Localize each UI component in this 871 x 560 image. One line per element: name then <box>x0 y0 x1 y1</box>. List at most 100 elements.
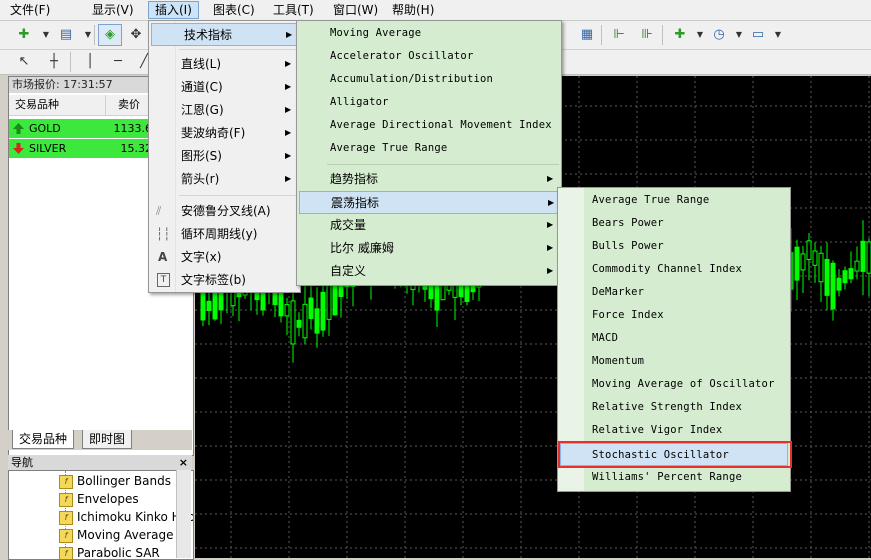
menu-item-adx[interactable]: Average Directional Movement Index <box>330 114 552 136</box>
menu-item-momentum[interactable]: Momentum <box>592 350 644 372</box>
menu-item-osma[interactable]: Moving Average of Oscillator <box>592 373 775 395</box>
column-header-symbol[interactable]: 交易品种 <box>9 95 106 116</box>
menu-item-bulls-power[interactable]: Bulls Power <box>592 235 664 257</box>
menu-item-label: 直线(L) <box>181 57 222 71</box>
menu-item-average-true-range[interactable]: Average True Range <box>592 189 709 211</box>
submenu-arrow-icon: ▶ <box>547 243 554 252</box>
indicator-icon: f <box>59 547 73 559</box>
autoscroll-icon[interactable]: ⊪ <box>635 24 659 46</box>
menu-item-bill-williams[interactable]: 比尔 威廉姆 ▶ <box>297 237 561 259</box>
tab-tick-chart[interactable]: 即时图 <box>82 430 133 449</box>
candle-body <box>866 241 871 274</box>
menu-item-lines[interactable]: 直线(L) ▶ <box>149 53 300 75</box>
close-icon[interactable]: × <box>179 455 188 470</box>
submenu-arrow-icon: ▶ <box>548 198 555 207</box>
menu-item-arrows[interactable]: 箭头(r) ▶ <box>149 168 300 190</box>
nav-item-label: Bollinger Bands <box>77 474 171 488</box>
menu-item-shapes[interactable]: 图形(S) ▶ <box>149 145 300 167</box>
menu-item-accumulation-distribution[interactable]: Accumulation/Distribution <box>330 68 493 90</box>
menu-item-label: 箭头(r) <box>181 172 220 186</box>
menu-item-alligator[interactable]: Alligator <box>330 91 389 113</box>
new-chart-icon[interactable]: ✚ <box>12 24 36 46</box>
menu-item-bears-power[interactable]: Bears Power <box>592 212 664 234</box>
menu-item-trend-indicators[interactable]: 趋势指标 ▶ <box>297 168 561 190</box>
toolbar-separator <box>70 52 71 72</box>
tab-symbols[interactable]: 交易品种 <box>12 430 75 449</box>
market-watch-tabs: 交易品种 即时图 <box>8 430 192 450</box>
selection-highlight-frame <box>558 441 792 468</box>
menu-item-andrews-pitchfork[interactable]: ⫽ 安德鲁分叉线(A) <box>149 200 300 222</box>
menu-item-cycle-lines[interactable]: ┆┆ 循环周期线(y) <box>149 223 300 245</box>
menu-insert[interactable]: 插入(I) <box>148 1 199 19</box>
menu-charts[interactable]: 图表(C) <box>207 2 261 18</box>
menu-item-demarker[interactable]: DeMarker <box>592 281 644 303</box>
menu-item-gann[interactable]: 江恩(G) ▶ <box>149 99 300 121</box>
candle-body <box>824 258 830 296</box>
menu-item-volumes[interactable]: 成交量 ▶ <box>297 214 561 236</box>
menu-separator <box>327 164 559 165</box>
menu-item-label: 文字标签(b) <box>181 273 246 287</box>
nav-item-envelopes[interactable]: f Envelopes <box>59 490 139 508</box>
menu-item-text-label[interactable]: T 文字标签(b) <box>149 269 300 291</box>
menu-view[interactable]: 显示(V) <box>86 2 140 18</box>
indicator-icon: f <box>59 529 73 543</box>
indicator-icon: f <box>59 475 73 489</box>
menu-item-moving-average[interactable]: Moving Average <box>330 22 421 44</box>
menu-item-rvi[interactable]: Relative Vigor Index <box>592 419 722 441</box>
candle-body <box>836 277 842 291</box>
menu-item-fibonacci[interactable]: 斐波纳奇(F) ▶ <box>149 122 300 144</box>
menu-item-oscillators[interactable]: 震荡指标 ▶ <box>299 191 559 214</box>
menu-item-text[interactable]: A 文字(x) <box>149 246 300 268</box>
navigator-scrollbar[interactable] <box>176 470 191 558</box>
menu-item-cci[interactable]: Commodity Channel Index <box>592 258 742 280</box>
menu-window[interactable]: 窗口(W) <box>327 2 384 18</box>
menu-item-label: 自定义 <box>330 264 367 278</box>
market-watch-icon[interactable]: ◈ <box>98 24 122 46</box>
menu-item-indicators[interactable]: 技术指标 ▶ <box>151 23 298 46</box>
tile-windows-icon[interactable]: ▦ <box>575 24 599 46</box>
profiles-icon[interactable]: ▤ <box>54 24 78 46</box>
navigator-title: 导航 × <box>8 455 192 470</box>
menu-item-label: 成交量 <box>330 218 367 232</box>
toolbar-separator <box>662 25 663 45</box>
text-label-icon: T <box>157 273 170 287</box>
vertical-line-icon[interactable]: │ <box>78 51 102 73</box>
andrews-pitchfork-icon: ⫽ <box>156 204 162 218</box>
bid-price: 15.32 <box>120 142 153 155</box>
menu-item-label: 趋势指标 <box>330 172 379 186</box>
candle-body <box>842 270 848 284</box>
menu-item-channels[interactable]: 通道(C) ▶ <box>149 76 300 98</box>
menu-item-label: 斐波纳奇(F) <box>181 126 246 140</box>
candle-body <box>794 246 800 281</box>
menu-separator <box>179 195 297 196</box>
crosshair-tool-icon[interactable]: ┼ <box>42 51 66 73</box>
indicator-icon: f <box>59 511 73 525</box>
menu-item-accelerator-oscillator[interactable]: Accelerator Oscillator <box>330 45 473 67</box>
nav-item-bollinger[interactable]: f Bollinger Bands <box>59 472 171 490</box>
symbol-name: SILVER <box>29 142 67 155</box>
menu-item-force-index[interactable]: Force Index <box>592 304 664 326</box>
horizontal-line-icon[interactable]: ─ <box>106 51 130 73</box>
insert-menu: 技术指标 ▶ 直线(L) ▶ 通道(C) ▶ 江恩(G) ▶ 斐波纳奇(F) ▶ 图形(… <box>148 20 301 293</box>
menu-tools[interactable]: 工具(T) <box>267 2 320 18</box>
chart-shift-icon[interactable]: ⊩ <box>607 24 631 46</box>
cursor-icon[interactable]: ↖ <box>12 51 36 73</box>
menu-item-rsi[interactable]: Relative Strength Index <box>592 396 742 418</box>
candle-body <box>326 284 332 320</box>
menu-item-macd[interactable]: MACD <box>592 327 618 349</box>
menu-item-williams-percent-range[interactable]: Williams' Percent Range <box>592 466 742 488</box>
toolbar-separator <box>94 25 95 45</box>
submenu-arrow-icon: ▶ <box>285 82 292 91</box>
menu-item-custom[interactable]: 自定义 ▶ <box>297 260 561 282</box>
chevron-down-icon[interactable]: ▼ <box>76 24 100 46</box>
submenu-arrow-icon: ▶ <box>285 105 292 114</box>
menu-file[interactable]: 文件(F) <box>4 2 56 18</box>
chevron-down-icon[interactable]: ▼ <box>766 24 790 46</box>
menu-item-label: 比尔 威廉姆 <box>330 241 394 255</box>
symbol-name: GOLD <box>29 122 61 135</box>
crosshair-icon[interactable]: ✥ <box>124 24 148 46</box>
nav-item-moving-average[interactable]: f Moving Average <box>59 526 173 544</box>
menu-item-average-true-range[interactable]: Average True Range <box>330 137 447 159</box>
submenu-arrow-icon: ▶ <box>286 30 293 39</box>
menu-help[interactable]: 帮助(H) <box>386 2 440 18</box>
